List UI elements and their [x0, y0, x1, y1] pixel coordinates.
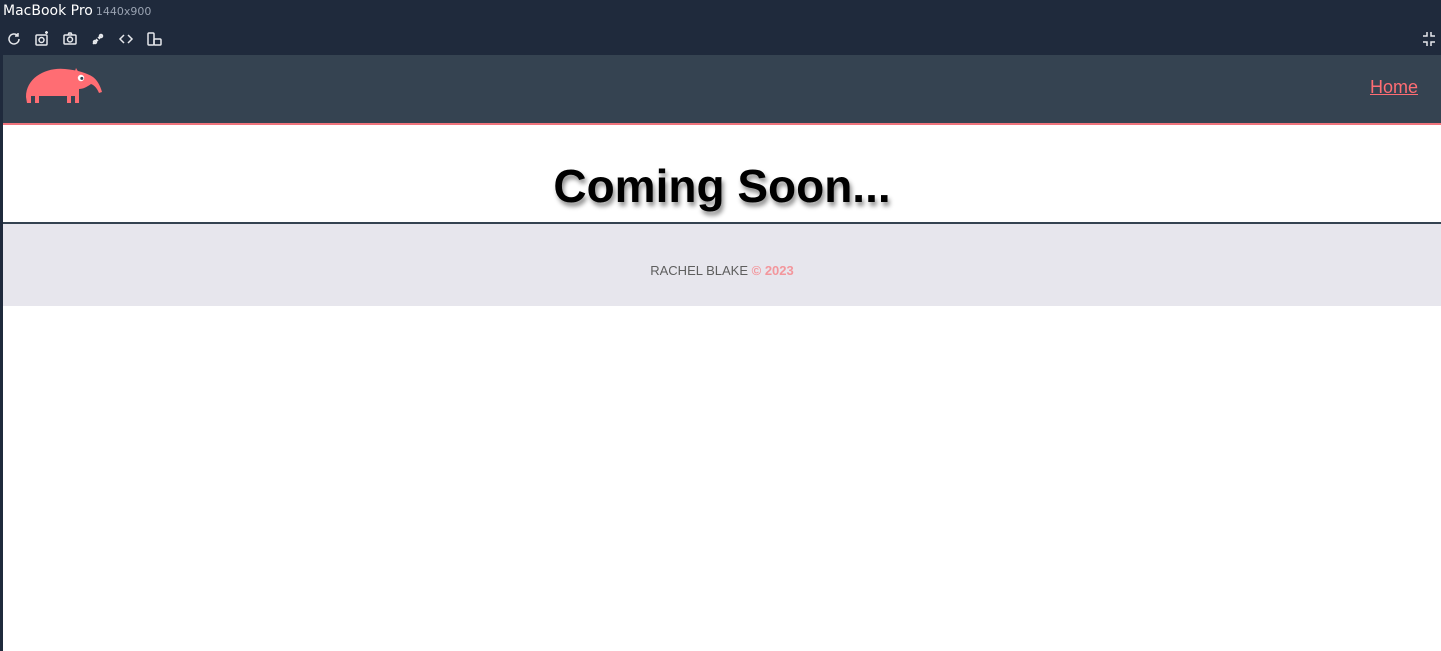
hero-section: Coming Soon...	[3, 125, 1441, 224]
anteater-logo[interactable]	[25, 65, 103, 105]
site-footer: RACHEL BLAKE © 2023	[3, 224, 1441, 306]
page-title: Coming Soon...	[553, 160, 891, 212]
footer-text: RACHEL BLAKE © 2023	[3, 263, 1441, 278]
footer-name: RACHEL BLAKE	[650, 263, 749, 278]
collapse-icon[interactable]	[1421, 31, 1437, 47]
camera-icon[interactable]	[61, 30, 78, 47]
device-toolbar: MacBook Pro 1440x900	[0, 0, 1441, 55]
nav-home-link[interactable]: Home	[1370, 77, 1418, 98]
device-label: MacBook Pro 1440x900	[3, 3, 151, 19]
screenshot-icon[interactable]	[33, 30, 50, 47]
device-name: MacBook Pro	[3, 3, 93, 19]
site-header: Home	[3, 55, 1441, 125]
device-size: 1440x900	[95, 5, 152, 18]
refresh-icon[interactable]	[5, 30, 22, 47]
page-blank-area	[3, 306, 1441, 651]
code-icon[interactable]	[117, 30, 134, 47]
page-viewport: Home Coming Soon... RACHEL BLAKE © 2023	[3, 55, 1441, 651]
footer-copyright: © 2023	[751, 263, 794, 278]
device-tools	[5, 30, 162, 47]
link-icon[interactable]	[89, 30, 106, 47]
device-rotate-icon[interactable]	[145, 30, 162, 47]
